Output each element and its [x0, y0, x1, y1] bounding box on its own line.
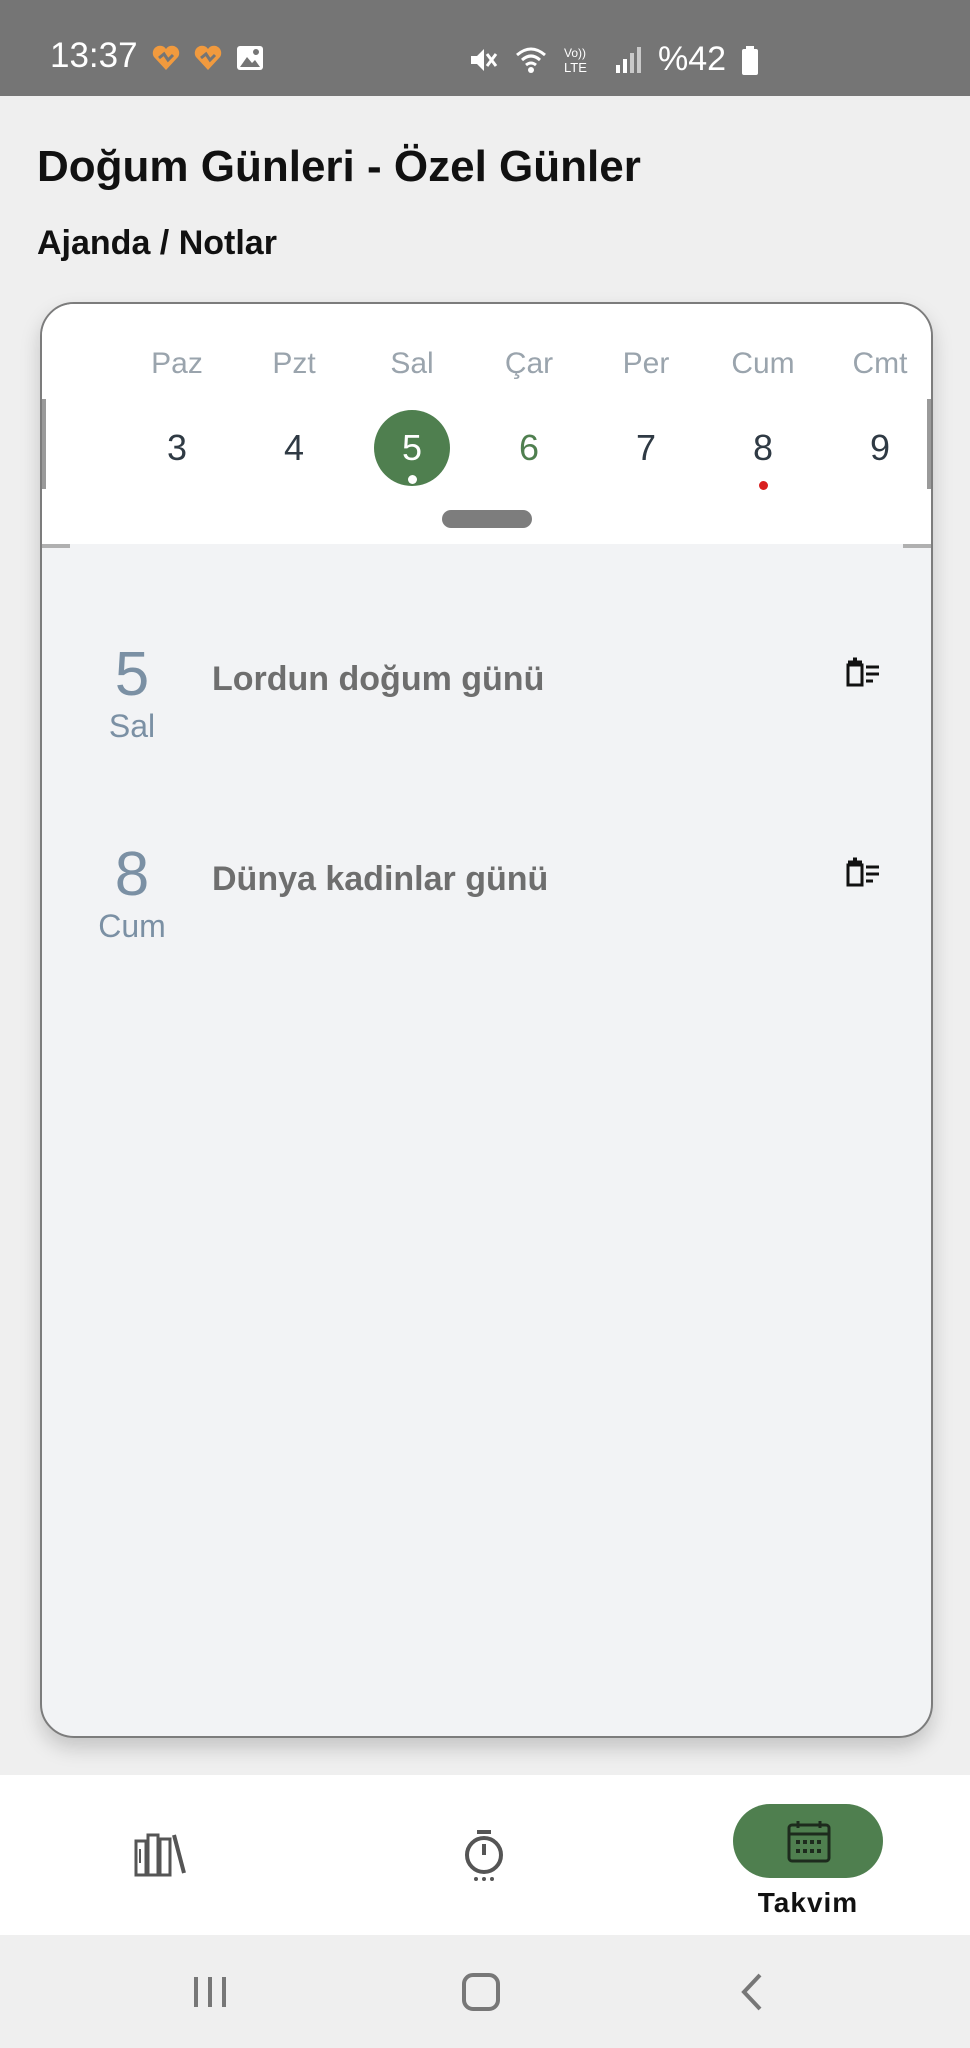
- home-icon[interactable]: [460, 1971, 502, 2013]
- heart-app-icon: [194, 45, 222, 70]
- list-item[interactable]: 5 Sal Lordun doğum günü: [42, 642, 931, 772]
- signal-icon: [616, 46, 641, 73]
- day-number-selected[interactable]: 5: [374, 410, 450, 486]
- bottom-navigation: Takvim: [0, 1775, 970, 1935]
- event-date: 8 Cum: [72, 840, 192, 945]
- day-number[interactable]: 9: [842, 410, 918, 486]
- page-title: Doğum Günleri - Özel Günler: [37, 142, 641, 191]
- battery-percent: %42: [658, 40, 727, 78]
- nav-label-calendar[interactable]: Takvim: [733, 1887, 883, 1919]
- system-icons: Vo)) LTE %42: [466, 40, 760, 79]
- day-saturday[interactable]: Cmt 9: [825, 344, 931, 486]
- event-day-name: Cum: [98, 908, 166, 944]
- divider: [903, 544, 931, 548]
- event-title: Dünya kadinlar günü: [212, 860, 549, 898]
- event-title: Lordun doğum günü: [212, 660, 545, 698]
- svg-text:LTE: LTE: [564, 60, 587, 75]
- wifi-icon: [516, 47, 546, 73]
- image-icon: [237, 46, 263, 70]
- day-name: Paz: [151, 347, 203, 380]
- day-tuesday[interactable]: Sal 5: [357, 344, 467, 486]
- library-icon: [134, 1833, 186, 1877]
- svg-text:Vo)): Vo)): [564, 46, 586, 60]
- event-indicator-dot: [408, 475, 417, 484]
- divider: [42, 399, 46, 489]
- recent-apps-icon[interactable]: [190, 1973, 230, 2011]
- day-name: Per: [622, 347, 670, 380]
- day-wednesday[interactable]: Çar 6: [474, 344, 584, 486]
- agenda-card: Paz 3 Pzt 4 Sal 5 Çar 6 Per 7 Cum 8 Cmt …: [40, 302, 933, 1738]
- day-number[interactable]: 3: [139, 410, 215, 486]
- volte-icon: Vo)) LTE: [564, 46, 587, 75]
- event-indicator-dot: [759, 481, 768, 490]
- day-number[interactable]: 4: [256, 410, 332, 486]
- nav-item-library[interactable]: [110, 1775, 210, 1935]
- week-strip[interactable]: Paz 3 Pzt 4 Sal 5 Çar 6 Per 7 Cum 8 Cmt …: [42, 304, 931, 544]
- delete-list-icon[interactable]: [839, 654, 883, 698]
- notification-icons: [150, 42, 266, 74]
- event-date: 5 Sal: [72, 640, 192, 745]
- event-day-number: 5: [114, 640, 150, 709]
- day-friday[interactable]: Cum 8: [708, 344, 818, 490]
- day-thursday[interactable]: Per 7: [591, 344, 701, 486]
- day-number-text: 5: [401, 427, 423, 468]
- delete-list-icon[interactable]: [839, 854, 883, 898]
- battery-icon: [742, 45, 759, 75]
- day-monday[interactable]: Pzt 4: [239, 344, 349, 486]
- day-number-text: 8: [752, 427, 774, 468]
- day-name: Cum: [731, 347, 795, 380]
- day-name: Sal: [390, 347, 434, 380]
- nav-item-calendar-active[interactable]: [733, 1804, 883, 1878]
- day-number[interactable]: 7: [608, 410, 684, 486]
- list-item[interactable]: 8 Cum Dünya kadinlar günü: [42, 842, 931, 972]
- divider: [42, 544, 70, 548]
- page-subtitle: Ajanda / Notlar: [37, 224, 277, 262]
- day-name: Çar: [504, 347, 554, 380]
- back-icon[interactable]: [736, 1971, 766, 2013]
- day-sunday[interactable]: Paz 3: [122, 344, 232, 486]
- mute-icon: [471, 48, 498, 71]
- calendar-icon: [787, 1821, 831, 1863]
- status-time: 13:37: [50, 36, 138, 75]
- day-name: Pzt: [272, 347, 316, 380]
- day-name: Cmt: [852, 347, 908, 380]
- drag-handle[interactable]: [442, 510, 532, 528]
- status-bar: 13:37 Vo)) LTE %42: [0, 0, 970, 96]
- day-number-today[interactable]: 6: [491, 410, 567, 486]
- timer-icon: [465, 1830, 503, 1881]
- nav-item-timer[interactable]: [435, 1775, 535, 1935]
- system-navigation-bar: [0, 1935, 970, 2048]
- event-day-name: Sal: [108, 708, 156, 744]
- heart-app-icon: [152, 45, 180, 70]
- event-day-number: 8: [114, 840, 150, 909]
- day-number[interactable]: 8: [725, 410, 801, 490]
